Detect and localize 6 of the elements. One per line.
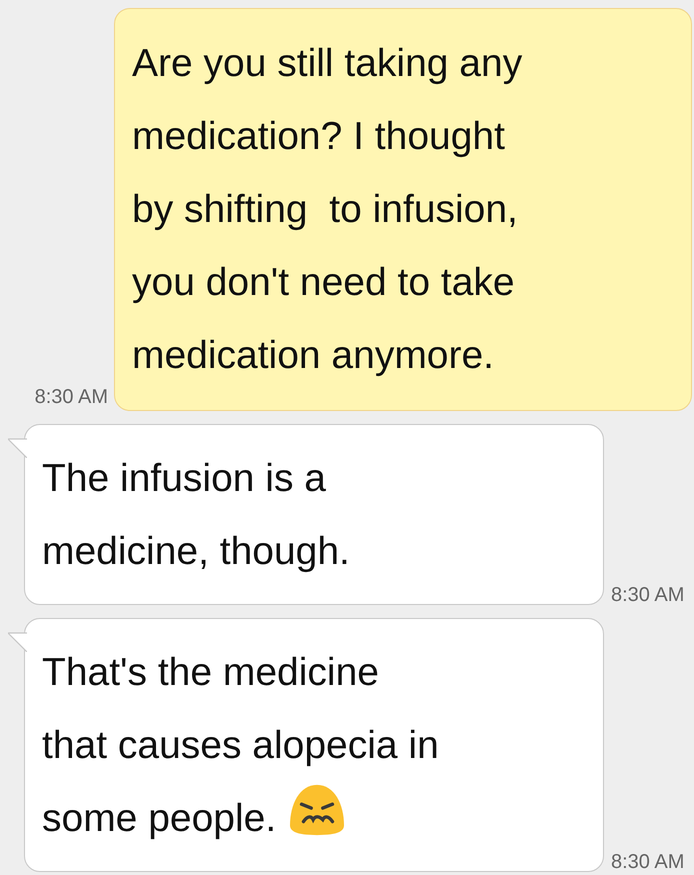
message-time: 8:30 AM <box>611 851 684 874</box>
message-text: Are you still taking any medication? I thought by shifting to infusion, you don't need to take medication anymore. <box>132 41 524 379</box>
message-text: That's the medicine that causes alopecia in some people. <box>42 650 440 842</box>
message-time: 8:30 AM <box>611 584 684 607</box>
message-time: 8:30 AM <box>34 386 108 409</box>
message-text: The infusion is a medicine, though. <box>42 456 351 575</box>
